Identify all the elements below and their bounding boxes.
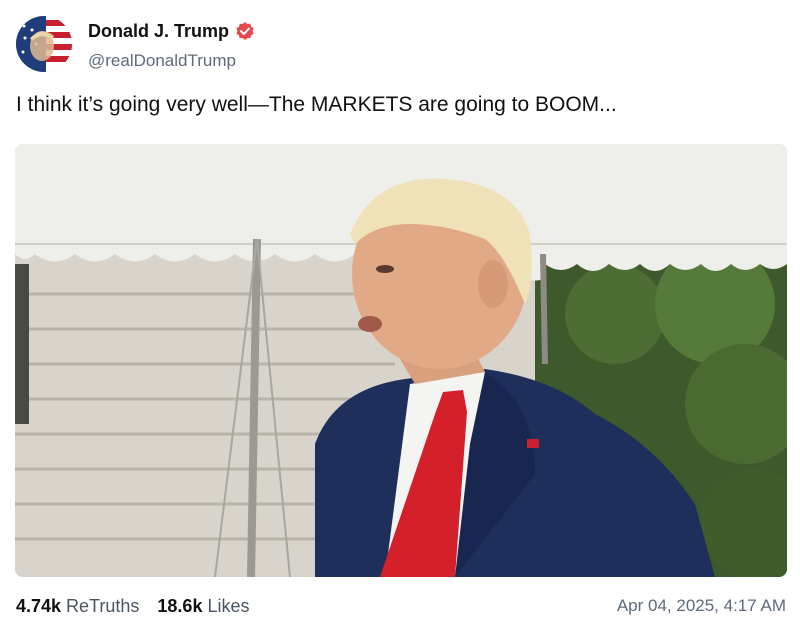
post-stats: 4.74k ReTruths 18.6k Likes: [16, 594, 249, 618]
author-name-text: Donald J. Trump: [88, 21, 230, 41]
post-timestamp[interactable]: Apr 04, 2025, 4:17 AM: [617, 594, 786, 618]
avatar[interactable]: [16, 16, 72, 72]
likes-label: Likes: [207, 596, 250, 616]
verified-badge-icon: [235, 21, 255, 41]
author-handle[interactable]: @realDonaldTrump: [88, 50, 236, 72]
likes-count: 18.6k: [157, 596, 203, 616]
author-name[interactable]: Donald J. Trump: [88, 19, 255, 43]
retruths-stat[interactable]: 4.74k ReTruths: [16, 594, 139, 618]
likes-stat[interactable]: 18.6k Likes: [157, 594, 249, 618]
retruths-count: 4.74k: [16, 596, 62, 616]
retruths-label: ReTruths: [66, 596, 140, 616]
post-text: I think it’s going very well—The MARKETS…: [16, 93, 617, 116]
post-card: Donald J. Trump @realDonaldTrump I think…: [0, 0, 800, 635]
post-video[interactable]: [15, 144, 787, 577]
